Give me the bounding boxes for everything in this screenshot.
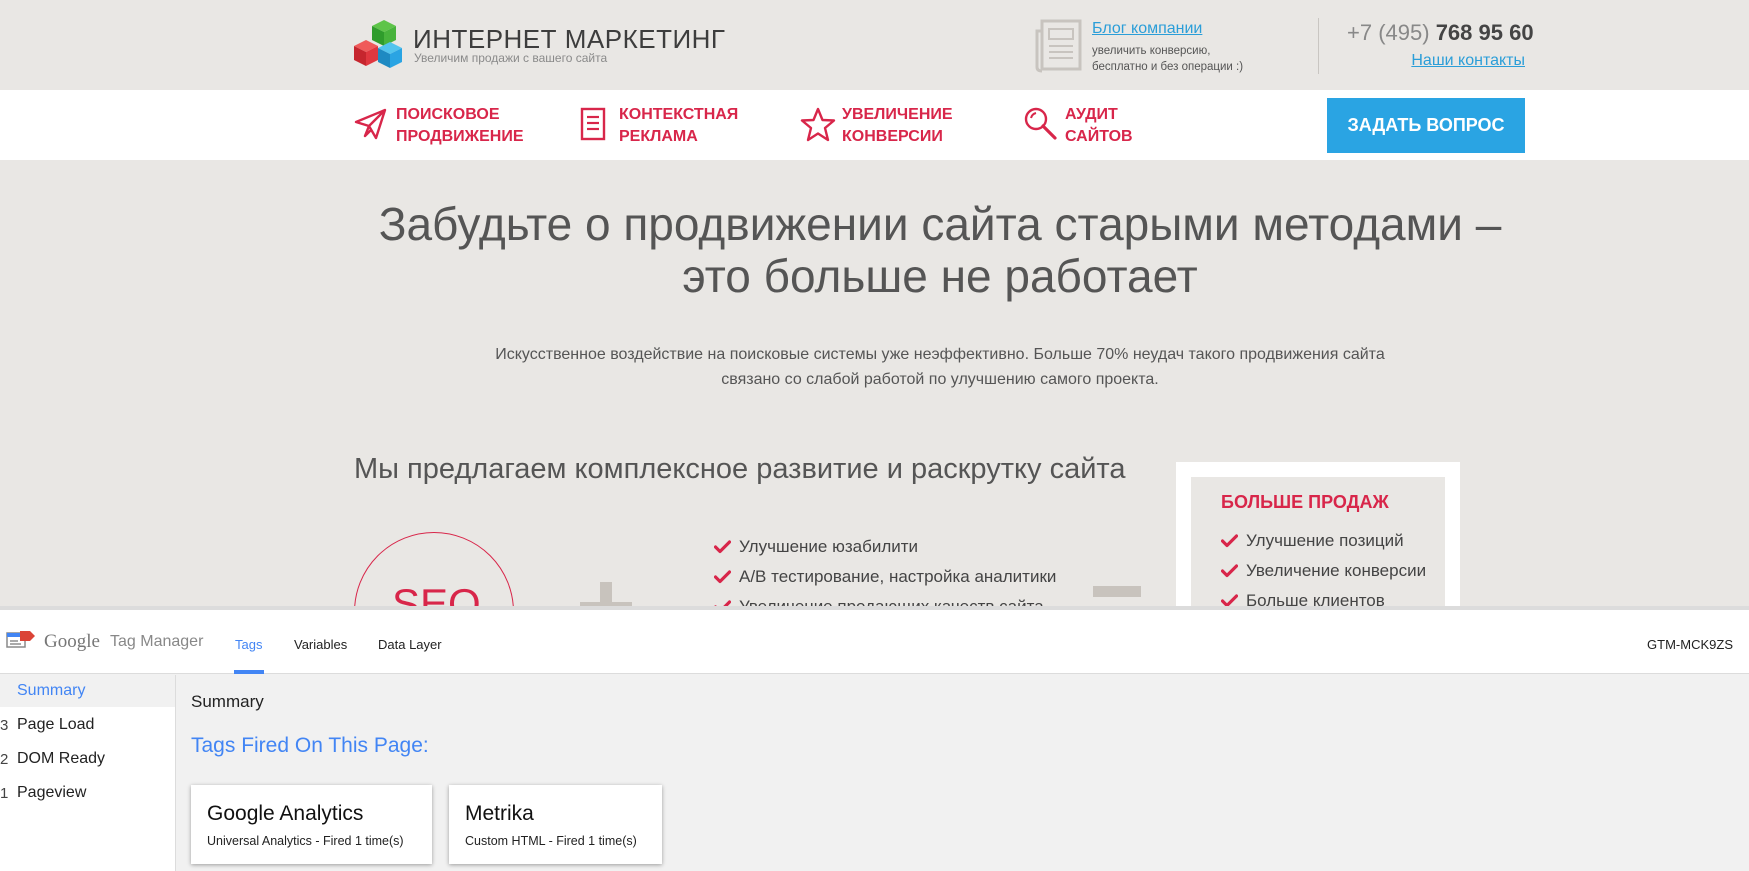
phone-prefix: +7 (495)	[1347, 20, 1430, 45]
sidebar-item-label: Page Load	[17, 716, 95, 733]
hero-title: Забудьте о продвижении сайта старыми мет…	[0, 198, 1749, 302]
list-item-label: A/B тестирование, настройка аналитики	[739, 567, 1057, 586]
nav-label-line2: конверсии	[842, 128, 943, 145]
active-tab-indicator	[234, 670, 264, 674]
list-item-label: Увеличение продающих качеств сайта	[739, 597, 1044, 606]
event-number: 1	[0, 785, 9, 802]
checkmark-icon	[1221, 594, 1238, 606]
tag-name: Metrika	[465, 802, 534, 825]
header-divider	[1318, 18, 1319, 74]
sidebar-item-label: DOM Ready	[17, 750, 106, 767]
hero-title-line1: Забудьте о продвижении сайта старыми мет…	[378, 198, 1502, 250]
nav-label-line2: сайтов	[1065, 128, 1133, 145]
sidebar-item-page-load[interactable]: 3 Page Load	[0, 709, 175, 741]
list-item: Больше клиентов	[1221, 590, 1426, 606]
tab-variables[interactable]: Variables	[294, 637, 347, 652]
sidebar-item-dom-ready[interactable]: 2 DOM Ready	[0, 743, 175, 775]
gtm-event-sidebar: Summary 3 Page Load 2 DOM Ready 1 Pagevi…	[0, 675, 176, 871]
sidebar-item-summary[interactable]: Summary	[0, 675, 175, 707]
hero-text-line1: Искусственное воздействие на поисковые с…	[495, 346, 1385, 363]
list-item-label: Больше клиентов	[1246, 591, 1385, 606]
tag-card-metrika[interactable]: Metrika Custom HTML - Fired 1 time(s)	[449, 785, 662, 864]
phone-number: +7 (495) 768 95 60	[1347, 20, 1534, 46]
event-number: 3	[0, 717, 9, 734]
list-item-label: Увеличение конверсии	[1246, 561, 1427, 580]
nav-label: Аудит сайтов	[1065, 104, 1205, 148]
blog-note: увеличить конверсию, бесплатно и без опе…	[1092, 43, 1243, 75]
list-item: Увеличение продающих качеств сайта	[714, 596, 1056, 606]
plus-sign-icon	[580, 582, 632, 606]
star-icon	[800, 107, 836, 142]
seo-label: SEO	[392, 580, 481, 606]
google-wordmark: Google	[44, 631, 100, 652]
tag-manager-wordmark: Tag Manager	[110, 633, 204, 650]
ask-question-button[interactable]: ЗАДАТЬ ВОПРОС	[1327, 98, 1525, 153]
tag-name: Google Analytics	[207, 802, 364, 825]
sidebar-item-pageview[interactable]: 1 Pageview	[0, 777, 175, 809]
main-navigation: Поисковое продвижение Контекстная реклам…	[0, 90, 1749, 160]
nav-label-line2: продвижение	[396, 128, 524, 145]
blog-note-line2: бесплатно и без операции :)	[1092, 61, 1244, 73]
contacts-link[interactable]: Наши контакты	[1411, 52, 1525, 70]
checkmark-icon	[714, 570, 731, 584]
minus-sign-icon	[1093, 586, 1141, 597]
cubes-logo-icon[interactable]	[354, 20, 414, 72]
tab-tags[interactable]: Tags	[235, 637, 262, 652]
paper-plane-icon	[354, 108, 387, 140]
list-item: Улучшение юзабилити	[714, 536, 1056, 566]
tag-card-google-analytics[interactable]: Google Analytics Universal Analytics - F…	[191, 785, 432, 864]
nav-label-line2: реклама	[619, 128, 698, 145]
list-item: A/B тестирование, настройка аналитики	[714, 566, 1056, 596]
blog-note-line1: увеличить конверсию,	[1092, 45, 1211, 57]
document-icon	[580, 107, 606, 141]
more-sales-title: БОЛЬШЕ ПРОДАЖ	[1221, 492, 1389, 512]
nav-label-line1: Контекстная	[619, 106, 739, 123]
nav-label: Контекстная реклама	[619, 104, 759, 148]
hero-text-line2: связано со слабой работой по улучшению с…	[721, 371, 1159, 388]
nav-label-line1: Аудит	[1065, 106, 1118, 123]
list-item-label: Улучшение юзабилити	[739, 537, 919, 556]
list-item-label: Улучшение позиций	[1246, 531, 1404, 550]
summary-heading: Summary	[191, 692, 264, 711]
hero-title-line2: это больше не работает	[682, 250, 1198, 302]
list-item: Улучшение позиций	[1221, 530, 1426, 560]
magnifier-icon	[1024, 107, 1057, 140]
newspaper-icon	[1035, 19, 1082, 73]
nav-label: Увеличение конверсии	[842, 104, 982, 148]
hero-description: Искусственное воздействие на поисковые с…	[0, 342, 1749, 392]
improvements-list: Улучшение юзабилити A/B тестирование, на…	[714, 536, 1056, 606]
list-item: Увеличение конверсии	[1221, 560, 1426, 590]
checkmark-icon	[714, 540, 731, 554]
sidebar-item-label: Summary	[17, 682, 86, 699]
more-sales-list: Улучшение позиций Увеличение конверсии Б…	[1221, 530, 1426, 606]
nav-label-line1: Поисковое	[396, 106, 500, 123]
gtm-topbar: Google Tag Manager Tags Variables Data L…	[0, 610, 1749, 674]
gtm-main-content: Summary Tags Fired On This Page: Google …	[176, 675, 1749, 871]
website-viewport: ИНТЕРНЕТ МАРКЕТИНГ Увеличим продажи с ва…	[0, 0, 1749, 606]
phone-main: 768 95 60	[1435, 20, 1534, 45]
offer-title: Мы предлагаем комплексное развитие и рас…	[354, 453, 1126, 485]
nav-label: Поисковое продвижение	[396, 104, 536, 148]
tag-detail: Universal Analytics - Fired 1 time(s)	[207, 834, 404, 848]
sidebar-item-label: Pageview	[17, 784, 87, 801]
nav-label-line1: Увеличение	[842, 106, 953, 123]
checkmark-icon	[1221, 564, 1238, 578]
tab-data-layer[interactable]: Data Layer	[378, 637, 442, 652]
event-number: 2	[0, 751, 9, 768]
site-logo-subtitle: Увеличим продажи с вашего сайта	[414, 51, 608, 65]
checkmark-icon	[1221, 534, 1238, 548]
tag-detail: Custom HTML - Fired 1 time(s)	[465, 834, 637, 848]
tags-fired-heading: Tags Fired On This Page:	[191, 734, 429, 757]
tag-manager-logo-icon	[6, 631, 35, 648]
container-id: GTM-MCK9ZS	[1647, 637, 1733, 652]
gtm-debug-panel: Google Tag Manager Tags Variables Data L…	[0, 606, 1749, 871]
blog-link[interactable]: Блог компании	[1092, 20, 1202, 38]
site-header: ИНТЕРНЕТ МАРКЕТИНГ Увеличим продажи с ва…	[0, 0, 1749, 90]
